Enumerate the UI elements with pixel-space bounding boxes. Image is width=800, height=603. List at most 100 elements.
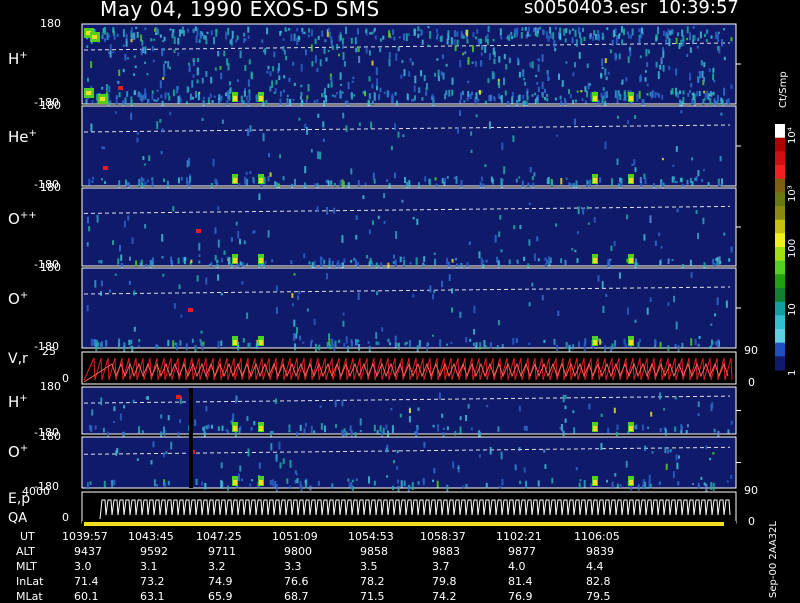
- spectrogram-pixel: [209, 93, 212, 98]
- spectrogram-pixel: [330, 39, 333, 48]
- spectrogram-pixel: [621, 79, 624, 85]
- spectrogram-pixel: [291, 183, 294, 189]
- spectrogram-pixel: [189, 93, 192, 101]
- spectrogram-pixel: [516, 259, 519, 264]
- table-cell: 9877: [508, 545, 536, 558]
- spectrogram-pixel: [634, 115, 637, 119]
- spectrogram-pixel: [185, 101, 188, 104]
- spectrogram-pixel: [368, 76, 371, 82]
- spectrogram-pixel: [554, 26, 557, 30]
- spectrogram-pixel: [255, 343, 258, 349]
- spectrogram-pixel: [436, 36, 438, 40]
- spectrogram-pixel: [614, 473, 617, 477]
- spectrogram-pixel: [327, 83, 330, 88]
- spectrogram-pixel: [167, 92, 170, 96]
- spectrogram-pixel: [442, 72, 445, 80]
- spectrogram-pixel: [626, 214, 629, 220]
- spectrogram-pixel: [323, 259, 326, 265]
- spectrogram-pixel: [496, 345, 499, 350]
- spectrogram-pixel: [349, 425, 352, 432]
- spectrogram-pixel: [116, 33, 119, 37]
- spectrogram-pixel: [528, 302, 531, 307]
- spectrogram-pixel: [170, 256, 173, 264]
- spectrogram-pixel: [355, 234, 358, 240]
- spectrogram-pixel: [402, 256, 405, 259]
- spectrogram-pixel: [92, 176, 95, 180]
- spectrogram-pixel: [150, 38, 153, 42]
- colorbar-label-2: 100: [787, 238, 798, 258]
- spectrogram-pixel: [169, 111, 172, 116]
- spectrogram-pixel: [651, 451, 654, 454]
- spectrogram-pixel: [151, 180, 154, 187]
- spectrogram-pixel: [261, 39, 264, 43]
- spectrogram-pixel: [215, 179, 218, 183]
- spectrogram-pixel: [689, 32, 691, 41]
- spectrogram-pixel: [730, 246, 733, 253]
- spectrogram-pixel: [481, 176, 483, 181]
- spectrogram-pixel: [233, 426, 237, 431]
- spectrogram-pixel: [498, 485, 501, 489]
- spectrogram-pixel: [484, 46, 487, 53]
- spectrogram-pixel: [712, 91, 715, 96]
- qa-label: QA: [8, 511, 28, 526]
- spectrogram-pixel: [537, 258, 540, 262]
- spectrogram-pixel: [547, 73, 549, 81]
- spectrogram-pixel: [541, 295, 544, 301]
- spectrogram-pixel: [593, 426, 597, 431]
- spectrogram-pixel: [347, 478, 350, 482]
- spectrogram-pixel: [334, 399, 337, 407]
- spectrogram-pixel: [236, 79, 239, 82]
- spectrogram-pixel: [583, 343, 586, 352]
- table-cell: 1047:25: [196, 530, 242, 543]
- red-marker: [103, 166, 108, 170]
- spectrogram-pixel: [243, 100, 246, 103]
- spectrogram-pixel: [411, 61, 414, 66]
- spectrogram-pixel: [480, 52, 483, 56]
- table-cell: 1054:53: [348, 530, 394, 543]
- spectrogram-pixel: [543, 339, 546, 343]
- spectrogram-pixel: [388, 52, 391, 58]
- spectrogram-pixel: [400, 74, 403, 79]
- spectrogram-pixel: [109, 44, 112, 51]
- spectrogram-pixel: [568, 89, 570, 95]
- spectrogram-pixel: [172, 340, 175, 348]
- spectrogram-pixel: [279, 98, 282, 107]
- spectrogram-pixel: [342, 181, 345, 188]
- spectrogram-pixel: [481, 45, 484, 51]
- table-cell: 9800: [284, 545, 312, 558]
- spectrogram-pixel: [647, 49, 650, 54]
- spectrogram-pixel: [527, 182, 530, 187]
- spectrogram-pixel: [130, 39, 133, 43]
- spectrogram-pixel: [581, 98, 584, 101]
- spectrogram-pixel: [450, 342, 453, 345]
- spectrogram-pixel: [122, 68, 125, 73]
- spectrogram-pixel: [532, 28, 535, 33]
- spectrogram-pixel: [713, 79, 716, 83]
- spectrogram-pixel: [133, 32, 136, 41]
- spectrogram-pixel: [136, 31, 139, 38]
- spectrogram-pixel: [152, 441, 155, 448]
- spectrogram-pixel: [446, 426, 449, 431]
- colorbar-label-0: 10⁴: [787, 127, 798, 144]
- spectrogram-pixel: [597, 275, 600, 282]
- spectrogram-pixel: [459, 311, 462, 318]
- spectrogram-pixel: [498, 231, 501, 237]
- spectrogram-pixel: [558, 73, 560, 80]
- colorbar-segment: [775, 356, 785, 371]
- spectrogram-pixel: [643, 234, 646, 241]
- spectrogram-pixel: [179, 419, 182, 424]
- spectrogram-pixel: [697, 37, 700, 42]
- spectrogram-pixel: [166, 180, 169, 189]
- spectrogram-pixel: [582, 27, 584, 32]
- spectrogram-pixel: [375, 332, 378, 339]
- spectrogram-pixel: [137, 345, 140, 347]
- spectrogram-pixel: [514, 28, 516, 34]
- spectrogram-pixel: [673, 295, 676, 303]
- spectrogram-pixel: [432, 479, 434, 483]
- spectrogram-pixel: [269, 71, 272, 77]
- spectrogram-pixel: [355, 215, 358, 220]
- spectrogram-pixel: [220, 340, 223, 346]
- panel-label-5: H+: [8, 393, 28, 411]
- spectrogram-pixel: [375, 67, 378, 75]
- table-cell: 4.0: [508, 560, 526, 573]
